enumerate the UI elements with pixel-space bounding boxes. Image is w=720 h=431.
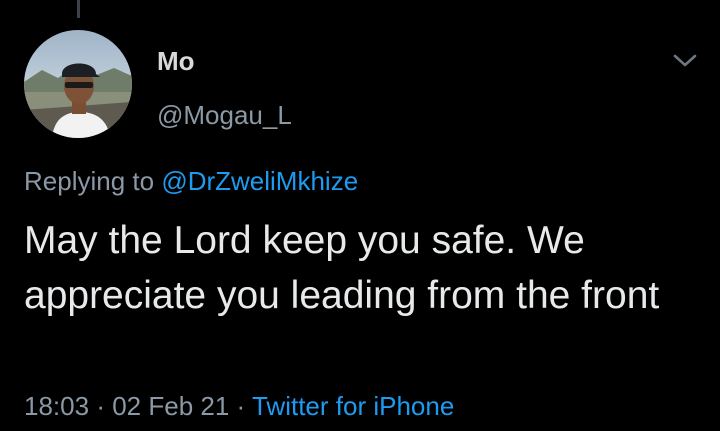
- meta-separator: ·: [96, 391, 105, 421]
- tweet-text: May the Lord keep you safe. We appreciat…: [24, 219, 660, 317]
- tweet-metadata: 18:03 · 02 Feb 21 · Twitter for iPhone: [24, 390, 454, 422]
- thread-connector-line: [77, 0, 80, 18]
- avatar[interactable]: [24, 30, 132, 138]
- avatar-photo: [24, 30, 132, 138]
- replying-to-line: Replying to @DrZweliMkhize: [24, 165, 358, 197]
- meta-separator: ·: [236, 391, 246, 421]
- tweet-date[interactable]: 02 Feb 21: [112, 391, 229, 421]
- replying-to-label: Replying to: [24, 166, 155, 196]
- display-name[interactable]: Mo: [157, 45, 195, 77]
- user-handle[interactable]: @Mogau_L: [157, 99, 292, 131]
- tweet-time[interactable]: 18:03: [24, 391, 89, 421]
- reply-mention-link[interactable]: @DrZweliMkhize: [161, 166, 358, 196]
- tweet-source-link[interactable]: Twitter for iPhone: [252, 391, 454, 421]
- more-options-button[interactable]: [666, 46, 704, 76]
- chevron-down-icon: [673, 54, 697, 67]
